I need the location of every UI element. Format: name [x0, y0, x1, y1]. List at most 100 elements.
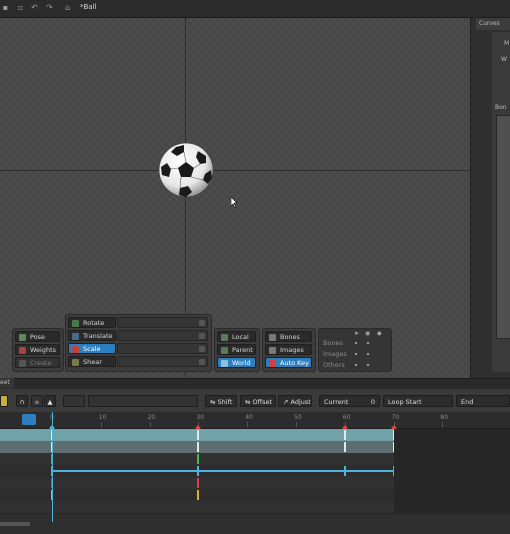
adjust-button[interactable]: ↗ Adjust — [278, 395, 312, 407]
right-panel-label-w: W — [501, 56, 507, 63]
shear-value-field[interactable] — [117, 356, 208, 367]
keyframe-marker[interactable] — [197, 490, 200, 500]
speed-field[interactable] — [63, 395, 85, 407]
ruler-tick — [442, 422, 444, 427]
soccer-ball-image[interactable] — [158, 142, 214, 198]
shift-button[interactable]: ⇆ Shift — [205, 395, 237, 407]
translate-value-field[interactable] — [117, 330, 208, 341]
toggle-dot[interactable] — [367, 364, 369, 366]
rotate-value-field[interactable] — [117, 317, 208, 328]
end-frame-field[interactable]: End — [456, 395, 510, 407]
field-toggle-icon — [199, 346, 205, 352]
visibility-group: ➤ ◉ ◆ Bones Images Others — [318, 328, 392, 372]
play-icon[interactable]: ▲ — [44, 395, 56, 407]
keyframe-marker[interactable] — [343, 430, 346, 440]
images-compensate-button[interactable]: Images — [265, 344, 312, 355]
world-axes-button[interactable]: World — [217, 357, 256, 368]
world-icon — [221, 360, 228, 367]
keyframe-marker[interactable] — [343, 466, 346, 476]
pose-icon — [19, 334, 26, 341]
time-field[interactable] — [88, 395, 198, 407]
pointer-icon: ➤ — [354, 330, 360, 337]
ruler-tick — [149, 422, 151, 427]
pose-button[interactable]: Pose — [15, 331, 60, 342]
toggle-dot[interactable] — [367, 353, 369, 355]
images-icon — [269, 347, 276, 354]
undo-icon[interactable]: ↶ — [30, 4, 39, 12]
offset-button[interactable]: ⇆ Offset — [240, 395, 276, 407]
weights-icon — [19, 347, 26, 354]
ruler-tick-label: 50 — [294, 414, 302, 421]
keyframe-marker[interactable] — [197, 466, 200, 476]
keyframe-marker[interactable] — [197, 430, 200, 440]
keyframe-marker[interactable] — [197, 454, 200, 464]
right-panel-label-m: M — [504, 40, 510, 47]
auto-key-button[interactable]: Auto Key — [265, 357, 312, 368]
bones-tree-box[interactable] — [496, 115, 510, 339]
weights-button[interactable]: Weights — [15, 344, 60, 355]
document-title: *Ball — [80, 3, 97, 11]
translate-button[interactable]: Translate — [68, 330, 116, 341]
home-icon[interactable]: ⌂ — [63, 4, 72, 12]
local-axes-button[interactable]: Local — [217, 331, 256, 342]
ruler-tick-label: 30 — [196, 414, 205, 421]
dopesheet-body[interactable] — [0, 429, 510, 534]
options-group: Bones Images Auto Key — [262, 328, 316, 372]
create-button[interactable]: Create — [15, 357, 60, 368]
axes-group: Local Parent World — [214, 328, 260, 372]
toggle-dot[interactable] — [355, 353, 357, 355]
mouse-cursor-icon — [231, 197, 238, 208]
parent-axes-button[interactable]: Parent — [217, 344, 256, 355]
toggle-dot[interactable] — [355, 342, 357, 344]
rotate-icon — [72, 320, 79, 327]
keyframe-marker[interactable] — [197, 442, 200, 452]
current-frame-field[interactable]: Current 0 — [319, 395, 380, 407]
playhead[interactable] — [52, 412, 53, 522]
scale-button[interactable]: Scale — [68, 343, 116, 354]
scale-icon — [72, 346, 79, 353]
timeline-ruler[interactable]: 01020304050607080 — [0, 412, 510, 431]
save-icon[interactable]: ▪ — [1, 4, 10, 12]
translate-icon — [72, 333, 79, 340]
ruler-tick-label: 20 — [147, 414, 156, 421]
bones-compensate-button[interactable]: Bones — [265, 331, 312, 342]
right-panel-label-bones: Bon — [495, 104, 507, 111]
visibility-label-bones: Bones — [323, 339, 343, 347]
dopesheet-header — [0, 378, 510, 389]
tag-icon: ◆ — [377, 330, 382, 337]
loop-start-field[interactable]: Loop Start — [383, 395, 453, 407]
key-icon[interactable] — [0, 395, 8, 407]
toggle-dot[interactable] — [355, 364, 357, 366]
redo-icon[interactable]: ↷ — [45, 4, 54, 12]
ruler-tick — [100, 422, 102, 427]
scale-value-field[interactable] — [117, 343, 208, 354]
stop-icon[interactable]: ▪ — [31, 395, 43, 407]
shear-icon — [72, 359, 79, 366]
ruler-tick-label: 10 — [98, 414, 107, 421]
top-toolbar: ▪ ▫ ↶ ↷ ⌂ *Ball — [0, 0, 510, 18]
toggle-dot[interactable] — [367, 342, 369, 344]
visibility-label-others: Others — [323, 361, 345, 369]
keyframe-marker[interactable] — [343, 442, 346, 452]
ruler-tick — [247, 422, 249, 427]
tab-curves[interactable]: Curves — [476, 18, 510, 30]
bones-icon — [269, 334, 276, 341]
open-icon[interactable]: ▫ — [16, 4, 25, 12]
timeline-scrollbar[interactable] — [0, 522, 30, 526]
ruler-tick-label: 80 — [440, 414, 449, 421]
keyframe-marker[interactable] — [197, 478, 200, 488]
eye-icon: ◉ — [365, 330, 371, 337]
field-toggle-icon — [199, 320, 205, 326]
shear-button[interactable]: Shear — [68, 356, 116, 367]
rotate-button[interactable]: Rotate — [68, 317, 116, 328]
ruler-tick-label: 70 — [391, 414, 400, 421]
loop-icon[interactable]: ∩ — [16, 395, 28, 407]
create-icon — [19, 360, 26, 367]
parent-icon — [221, 347, 228, 354]
mode-group: Pose Weights Create — [12, 328, 64, 372]
translate-interp-line — [52, 470, 394, 472]
loop-toggle-icon[interactable] — [22, 414, 36, 425]
field-toggle-icon — [199, 333, 205, 339]
tab-dopesheet[interactable]: eet — [0, 378, 14, 388]
visibility-label-images: Images — [323, 350, 347, 358]
